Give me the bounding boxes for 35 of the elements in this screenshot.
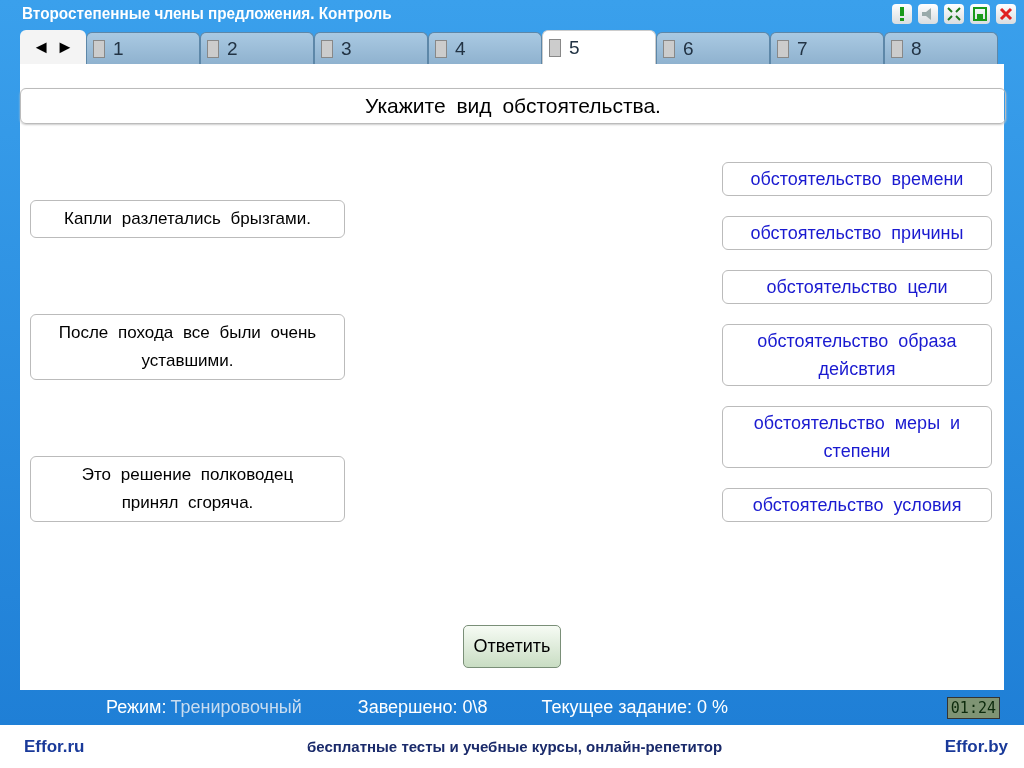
save-icon[interactable]: [970, 4, 990, 24]
answer-button[interactable]: Ответить: [462, 625, 562, 668]
question-tab[interactable]: 7: [770, 32, 884, 64]
question-tab[interactable]: 6: [656, 32, 770, 64]
answer-option[interactable]: обстоятельство времени: [722, 162, 992, 196]
mode-label: Режим:: [106, 697, 167, 718]
question-tab[interactable]: 8: [884, 32, 998, 64]
answer-option[interactable]: обстоятельство причины: [722, 216, 992, 250]
sentence-card[interactable]: Капли разлетались брызгами.: [30, 200, 345, 238]
question-tab[interactable]: 2: [200, 32, 314, 64]
sentence-card[interactable]: После похода все были очень уставшими.: [30, 314, 345, 380]
current-task-text: Текущее задание: 0 %: [541, 697, 729, 718]
mode-value: Тренировочный: [170, 697, 302, 718]
question-tab[interactable]: 4: [428, 32, 542, 64]
timer: 01:24: [946, 696, 1000, 719]
window-title: Второстепенные члены предложения. Контроль: [22, 4, 393, 24]
close-icon[interactable]: [996, 4, 1016, 24]
answer-option[interactable]: обстоятельство меры и степени: [722, 406, 992, 468]
previous-button[interactable]: ◄: [32, 36, 50, 58]
answer-option[interactable]: обстоятельство условия: [722, 488, 992, 522]
answer-option[interactable]: обстоятельство цели: [722, 270, 992, 304]
site-link[interactable]: Effor.ru: [24, 736, 85, 757]
answer-option[interactable]: обстоятельство образа дейсвтия: [722, 324, 992, 386]
question-tab[interactable]: 5: [542, 30, 656, 64]
speaker-icon[interactable]: [918, 4, 938, 24]
footer-tagline: бесплатные тесты и учебные курсы, онлайн-репетитор: [306, 738, 723, 755]
question-tab[interactable]: 1: [86, 32, 200, 64]
site-link[interactable]: Effor.by: [944, 736, 1008, 757]
sentence-card[interactable]: Это решение полководец принял сгоряча.: [30, 456, 345, 522]
completed-count: Завершено: 0\8: [357, 697, 488, 718]
exclamation-icon[interactable]: [892, 4, 912, 24]
next-button[interactable]: ►: [56, 36, 74, 58]
question-tab[interactable]: 3: [314, 32, 428, 64]
arrows-icon[interactable]: [944, 4, 964, 24]
question-text: Укажите вид обстоятельства.: [20, 88, 1006, 124]
